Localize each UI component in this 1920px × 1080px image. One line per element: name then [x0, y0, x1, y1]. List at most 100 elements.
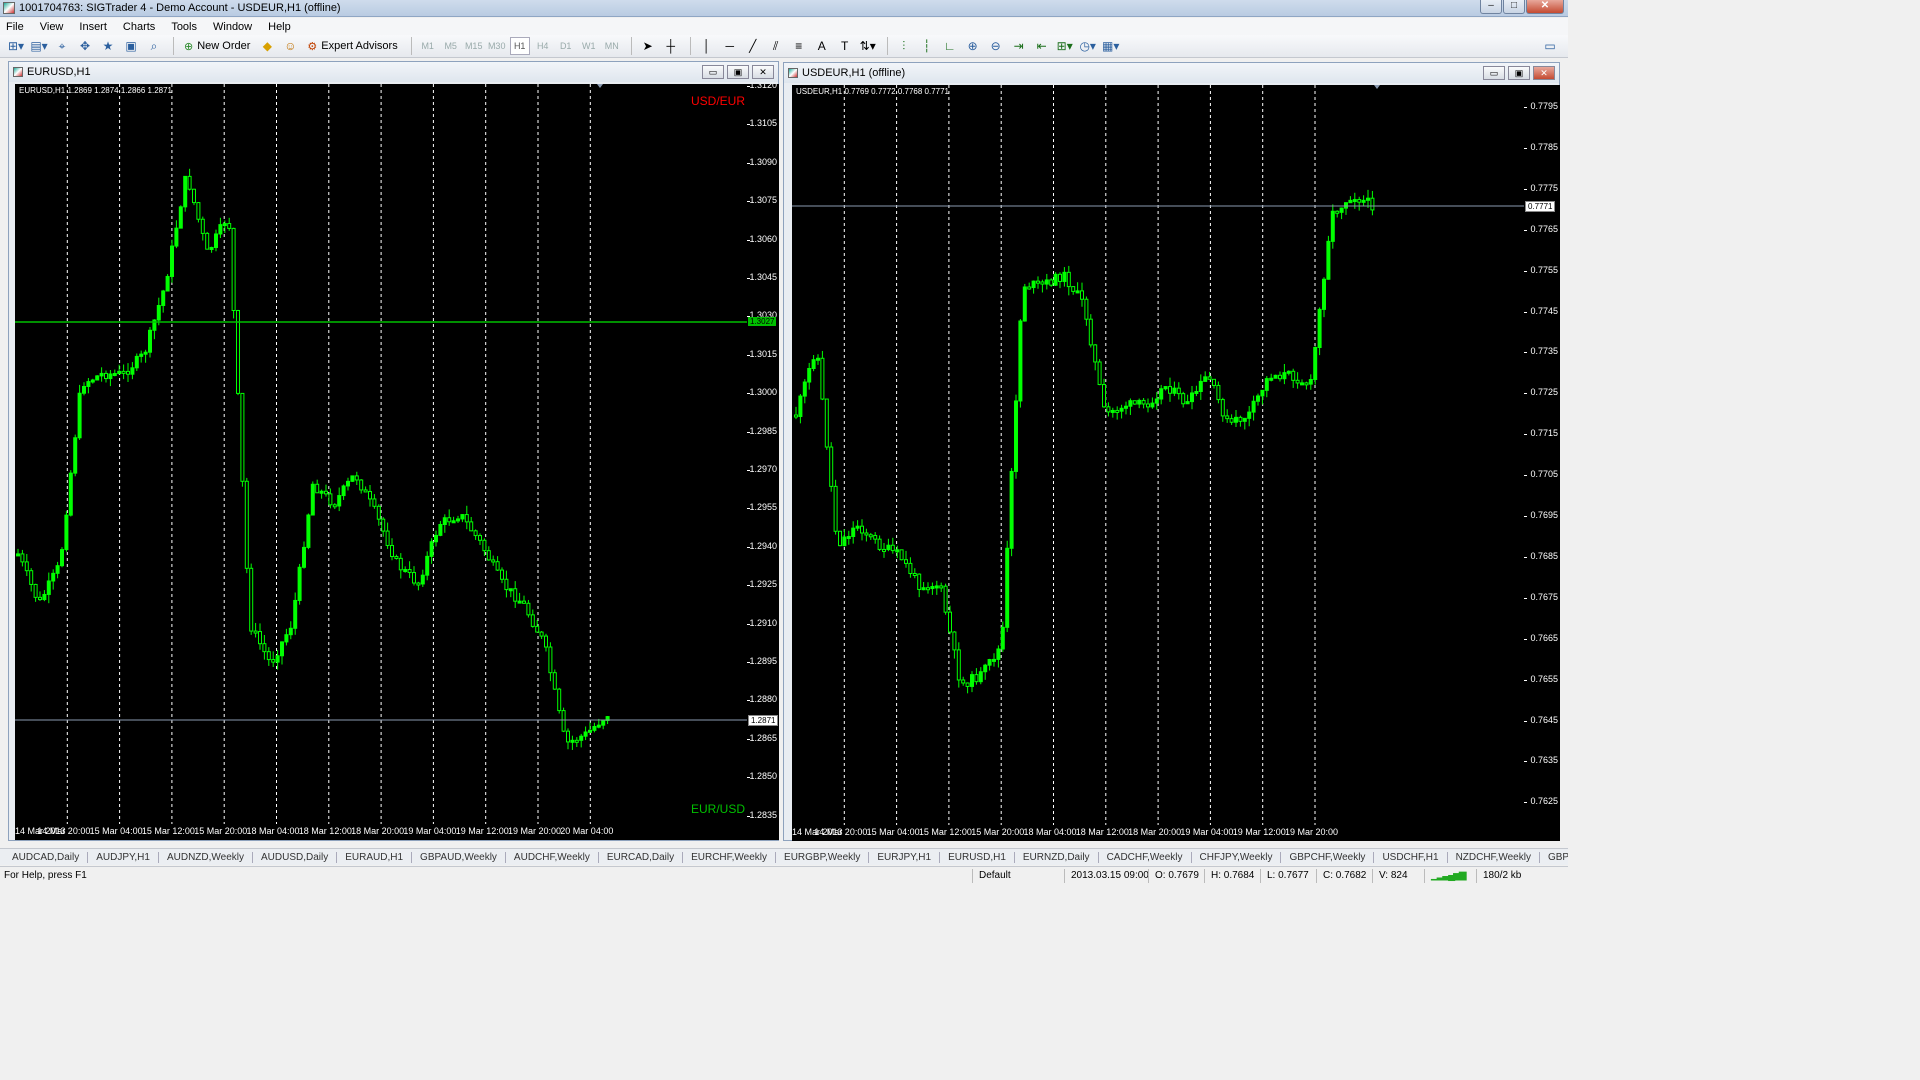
symbol-tab[interactable]: GBPCHF,Weekly: [1281, 851, 1375, 863]
data-window-icon[interactable]: ✥: [75, 37, 95, 55]
channel-icon[interactable]: ⫽: [766, 37, 786, 55]
candle-body: [820, 357, 825, 400]
timeframe-m5[interactable]: M5: [441, 37, 461, 55]
candle-body: [1062, 271, 1067, 282]
chart-plot-area[interactable]: EURUSD,H1 1.2869 1.2874 1.2866 1.2871 US…: [15, 84, 747, 824]
menu-charts[interactable]: Charts: [123, 21, 155, 33]
minimize-button[interactable]: –: [1480, 0, 1502, 14]
horizontal-line-icon[interactable]: ─: [720, 37, 740, 55]
text-icon[interactable]: A: [812, 37, 832, 55]
arrows-icon[interactable]: ⇅▾: [858, 37, 878, 55]
chart-window-title-bar[interactable]: USDEUR,H1 (offline): [784, 63, 1559, 83]
zoom-out-icon[interactable]: ⊖: [986, 37, 1006, 55]
candle-body: [1361, 199, 1366, 203]
symbol-tab[interactable]: EURGBP,Weekly: [776, 851, 870, 863]
symbol-tab[interactable]: AUDCHF,Weekly: [506, 851, 599, 863]
maximize-button[interactable]: □: [1503, 0, 1525, 14]
symbol-tab[interactable]: AUDNZD,Weekly: [159, 851, 254, 863]
expert-advisors-button[interactable]: ⚙ Expert Advisors: [303, 37, 401, 55]
chart-close-button[interactable]: ✕: [1533, 66, 1555, 80]
app-icon: [3, 2, 15, 14]
templates-icon[interactable]: ▦▾: [1101, 37, 1121, 55]
candle-body: [24, 561, 29, 572]
menu-insert[interactable]: Insert: [79, 21, 107, 33]
chart-restore-button[interactable]: ▣: [727, 65, 749, 79]
symbol-tab[interactable]: AUDUSD,Daily: [253, 851, 338, 863]
new-order-button[interactable]: ⊕ New Order: [180, 37, 254, 55]
timeframe-m30[interactable]: M30: [487, 37, 507, 55]
text-label-icon[interactable]: T: [835, 37, 855, 55]
candle-body: [561, 710, 566, 732]
timeframe-h1[interactable]: H1: [509, 37, 530, 55]
price-axis[interactable]: 0.7795 0.7785 0.7775 0.7765 0.7755 0.7745 0.77…: [1524, 85, 1560, 825]
market-watch-icon[interactable]: ⌖: [52, 37, 72, 55]
symbol-tab[interactable]: USDCHF,H1: [1374, 851, 1448, 863]
symbol-tab[interactable]: EURAUD,H1: [337, 851, 413, 863]
candle-body: [895, 549, 900, 553]
chart-minimize-button[interactable]: ▭: [1483, 66, 1505, 80]
symbol-tab[interactable]: EURJPY,H1: [869, 851, 941, 863]
chart-restore-button[interactable]: ▣: [1508, 66, 1530, 80]
symbol-tab[interactable]: CHFJPY,Weekly: [1192, 851, 1282, 863]
candle-body: [1317, 308, 1322, 349]
symbol-tab[interactable]: AUDCAD,Daily: [4, 851, 89, 863]
menu-window[interactable]: Window: [213, 21, 252, 33]
vertical-line-icon[interactable]: │: [697, 37, 717, 55]
cursor-icon[interactable]: ➤: [638, 37, 658, 55]
menu-help[interactable]: Help: [268, 21, 291, 33]
chart-close-button[interactable]: ✕: [752, 65, 774, 79]
symbol-tab[interactable]: EURCAD,Daily: [599, 851, 684, 863]
close-button[interactable]: ✕: [1526, 0, 1564, 14]
profiles-icon[interactable]: ▤▾: [29, 37, 49, 55]
new-chart-icon[interactable]: ⊞▾: [6, 37, 26, 55]
zoom-in-icon[interactable]: ⊕: [963, 37, 983, 55]
chat-icon[interactable]: ▭: [1540, 37, 1560, 55]
price-tick: 1.2850: [749, 771, 777, 782]
navigator-icon[interactable]: ★: [98, 37, 118, 55]
symbol-tab[interactable]: EURUSD,H1: [940, 851, 1015, 863]
chart-shift-icon[interactable]: ⇤: [1032, 37, 1052, 55]
symbol-tab[interactable]: GBPAUD,Weekly: [412, 851, 506, 863]
price-tick: 0.7655: [1530, 673, 1558, 684]
symbol-tab[interactable]: AUDJPY,H1: [88, 851, 159, 863]
chart-plot-area[interactable]: USDEUR,H1 0.7769 0.7772 0.7768 0.7771: [792, 85, 1524, 825]
terminal-icon[interactable]: ▣: [121, 37, 141, 55]
symbol-tab[interactable]: NZDCHF,Weekly: [1448, 851, 1540, 863]
metaeditor-icon[interactable]: ◆: [257, 37, 277, 55]
timeframe-m15[interactable]: M15: [464, 37, 484, 55]
time-axis[interactable]: 14 Mar 2013 14 Mar 20:00 15 Mar 04:00 15 Ma…: [15, 824, 779, 840]
menu-file[interactable]: File: [6, 21, 24, 33]
chart-minimize-button[interactable]: ▭: [702, 65, 724, 79]
trendline-icon[interactable]: ╱: [743, 37, 763, 55]
symbol-tab[interactable]: GBPNZD,Daily: [1540, 852, 1568, 863]
symbol-tab[interactable]: EURNZD,Daily: [1015, 851, 1099, 863]
strategy-tester-icon[interactable]: ⌕: [144, 37, 164, 55]
auto-scroll-icon[interactable]: ⇥: [1009, 37, 1029, 55]
timeframe-d1[interactable]: D1: [556, 37, 576, 55]
indicators-icon[interactable]: ⊞▾: [1055, 37, 1075, 55]
candlestick-icon[interactable]: ┆: [917, 37, 937, 55]
autotrading-icon[interactable]: ☺: [280, 37, 300, 55]
status-profile[interactable]: Default: [972, 868, 1064, 883]
candle-body: [240, 392, 245, 482]
symbol-tab[interactable]: CADCHF,Weekly: [1099, 851, 1192, 863]
menu-tools[interactable]: Tools: [171, 21, 197, 33]
candle-body: [1053, 273, 1058, 286]
fibonacci-icon[interactable]: ≡: [789, 37, 809, 55]
candle-body: [917, 573, 922, 590]
price-axis[interactable]: 1.3120 1.3105 1.3090 1.3075 1.3060 1.3045 1.30…: [747, 84, 779, 824]
timeframe-h4[interactable]: H4: [533, 37, 553, 55]
symbol-tab[interactable]: EURCHF,Weekly: [683, 851, 777, 863]
menu-view[interactable]: View: [40, 21, 64, 33]
chart-window-title-bar[interactable]: EURUSD,H1: [9, 62, 778, 82]
periods-icon[interactable]: ◷▾: [1078, 37, 1098, 55]
timeframe-mn[interactable]: MN: [602, 37, 622, 55]
crosshair-icon[interactable]: ┼: [661, 37, 681, 55]
timeframe-m1[interactable]: M1: [418, 37, 438, 55]
menu-bar: File View Insert Charts Tools Window Hel…: [0, 18, 1568, 35]
bar-chart-icon[interactable]: ⫶: [894, 37, 914, 55]
timeframe-w1[interactable]: W1: [579, 37, 599, 55]
time-axis[interactable]: 14 Mar 2013 14 Mar 20:00 15 Mar 04:00 15 Ma…: [792, 825, 1560, 841]
line-chart-icon[interactable]: ∟: [940, 37, 960, 55]
candle-body: [992, 658, 996, 662]
